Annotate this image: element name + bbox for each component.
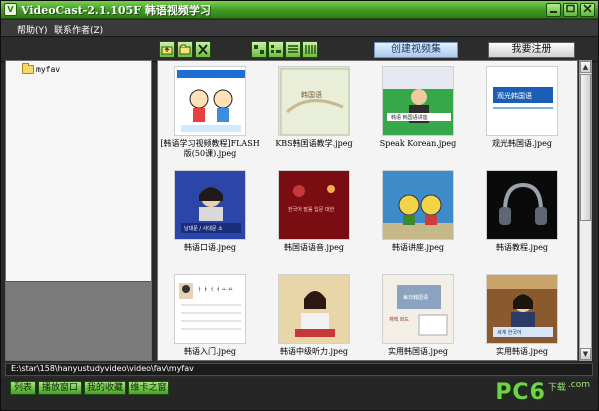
vertical-scrollbar[interactable]: ▲ ▼ <box>579 60 592 361</box>
close-button[interactable] <box>580 3 595 17</box>
view-detail-icon <box>305 45 316 54</box>
thumbnail-label: 观光韩国语.jpeg <box>492 139 552 148</box>
thumbnail-label: Speak Korean.jpeg <box>379 139 457 148</box>
thumbnail-image <box>174 66 246 136</box>
tab-list[interactable]: 列表 <box>10 381 36 395</box>
thumbnail-image: 韩国语 <box>278 66 350 136</box>
t2-text: 韩国语 <box>301 90 322 99</box>
thumbnail-image: ㅏ ㅑ ㅓ ㅕ ㅗ ㅛ <box>174 274 246 344</box>
pc6-watermark-logo: PC6 下载 .com <box>495 380 590 408</box>
view-small-icon <box>271 45 281 53</box>
view-small-button[interactable] <box>268 41 284 58</box>
t11-left-text: 재택 화도 <box>389 316 409 323</box>
thumbnail-image <box>486 170 558 240</box>
app-window: V VideoCast-2.1.105F 韩语视频学习 帮助(Y) 联系作者(Z… <box>0 0 599 411</box>
thumbnail-label: 韩语入门.jpeg <box>184 347 236 356</box>
close-icon <box>583 4 592 13</box>
thumbnail-grid: [韩语学习视频教程]FLASH版(50课).jpeg 韩国语 KBS韩国语教学.… <box>157 60 578 361</box>
headphones-thumbnail <box>487 171 557 239</box>
minimize-icon <box>550 11 557 13</box>
t5-text: 남대문 / 사대문 소 <box>184 225 223 232</box>
tab-player-window[interactable]: 播放窗口 <box>38 381 82 395</box>
lecture-thumbnail <box>383 171 453 239</box>
thumbnail-label: 实用韩语.jpeg <box>496 347 548 356</box>
thumbnail-label: 实用韩国语.jpeg <box>388 347 448 356</box>
view-list-button[interactable] <box>285 41 301 58</box>
thumbnail-label: 韩语中级听力.jpeg <box>280 347 348 356</box>
tree-node-myfav[interactable]: myfav <box>22 63 61 77</box>
thumbnail-image: 한국어 발음 입문 대한 <box>278 170 350 240</box>
app-icon: V <box>4 3 17 16</box>
thumbnail-label: 韩国语语音.jpeg <box>284 243 344 252</box>
t9-text: ㅏ ㅑ ㅓ ㅕ ㅗ ㅛ <box>197 286 233 293</box>
tree-node-label: myfav <box>36 65 61 74</box>
t12-text: 세계 한국어 <box>497 329 522 336</box>
window-title: VideoCast-2.1.105F 韩语视频学习 <box>21 4 211 17</box>
thumbnail-image: 세계 한국어 <box>486 274 558 344</box>
bottom-tab-bar: 列表 播放窗口 我的收藏 维卡之窗 PC6 下载 .com <box>1 378 598 410</box>
maximize-button[interactable] <box>563 3 578 17</box>
t4-text: 观光韩国语 <box>497 91 532 100</box>
spoken-korean-thumbnail: 남대문 / 사대문 소 <box>175 171 245 239</box>
thumbnail-image: 남대문 / 사대문 소 <box>174 170 246 240</box>
thumbnail-label: 韩语口语.jpeg <box>184 243 236 252</box>
t11-top-text: 每日韩国语 <box>403 294 428 301</box>
thumbnail-image: 每日韩国语 재택 화도 <box>382 274 454 344</box>
thumbnail-image: 观光韩国语 <box>486 66 558 136</box>
practical-korean-1-thumbnail: 每日韩国语 재택 화도 <box>383 275 453 343</box>
beginner-thumbnail: ㅏ ㅑ ㅓ ㅕ ㅗ ㅛ <box>175 275 245 343</box>
preview-pane <box>6 281 151 360</box>
thumbnail-image: 韩语 韩国语讲座 <box>382 66 454 136</box>
toolbar: 创建视频集 我要注册 <box>1 38 598 62</box>
scroll-thumb[interactable] <box>580 74 591 221</box>
cartoon-thumbnail <box>175 67 245 135</box>
view-large-icon <box>254 45 264 54</box>
watermark-sub: 下载 <box>547 383 566 393</box>
menu-contact-author[interactable]: 联系作者(Z) <box>54 23 103 36</box>
new-folder-button[interactable] <box>177 41 193 58</box>
watermark-site: .com <box>567 380 590 390</box>
practical-korean-2-thumbnail: 세계 한국어 <box>487 275 557 343</box>
register-button[interactable]: 我要注册 <box>488 42 575 58</box>
tour-korean-thumbnail: 观光韩国语 <box>487 67 557 135</box>
folder-up-icon <box>161 46 173 55</box>
thumbnail-label: [韩语学习视频教程]FLASH版(50课).jpeg <box>160 139 260 158</box>
tab-my-favorites[interactable]: 我的收藏 <box>84 381 126 395</box>
tab-vika-window[interactable]: 维卡之窗 <box>128 381 169 395</box>
folder-icon <box>22 63 34 74</box>
kbs-thumbnail: 韩国语 <box>279 67 349 135</box>
thumbnail-image <box>278 274 350 344</box>
thumbnail-label: KBS韩国语教学.jpeg <box>275 139 353 148</box>
folder-tree: myfav <box>6 61 151 281</box>
folder-new-icon <box>179 44 191 55</box>
delete-icon <box>198 44 208 55</box>
title-bar[interactable]: V VideoCast-2.1.105F 韩语视频学习 <box>1 1 598 19</box>
thumbnail-label: 韩语讲座.jpeg <box>392 243 444 252</box>
t3-text: 韩语 韩国语讲座 <box>391 114 428 121</box>
current-path: E:\star\158\hanyustudyvideo\video\fav\my… <box>11 364 194 373</box>
view-list-icon <box>288 45 298 53</box>
watermark-main: PC6 <box>495 380 546 405</box>
thumbnail-image <box>382 170 454 240</box>
pronunciation-thumbnail: 한국어 발음 입문 대한 <box>279 171 349 239</box>
t6-text: 한국어 발음 입문 대한 <box>288 206 335 213</box>
thumbnail-label: 韩语教程.jpeg <box>496 243 548 252</box>
scroll-up-button[interactable]: ▲ <box>580 61 591 73</box>
maximize-icon <box>566 4 575 13</box>
menu-bar: 帮助(Y) 联系作者(Z) <box>1 20 598 37</box>
scroll-down-button[interactable]: ▼ <box>580 348 591 360</box>
create-album-button[interactable]: 创建视频集 <box>374 42 458 58</box>
minimize-button[interactable] <box>546 3 561 17</box>
left-panel: myfav <box>5 60 152 361</box>
view-detail-button[interactable] <box>302 41 318 58</box>
delete-button[interactable] <box>195 41 211 58</box>
path-status-bar: E:\star\158\hanyustudyvideo\video\fav\my… <box>5 363 593 376</box>
speak-korean-thumbnail: 韩语 韩国语讲座 <box>383 67 453 135</box>
intermediate-listening-thumbnail <box>279 275 349 343</box>
view-large-button[interactable] <box>251 41 267 58</box>
menu-help[interactable]: 帮助(Y) <box>17 23 48 36</box>
folder-up-button[interactable] <box>159 41 175 58</box>
